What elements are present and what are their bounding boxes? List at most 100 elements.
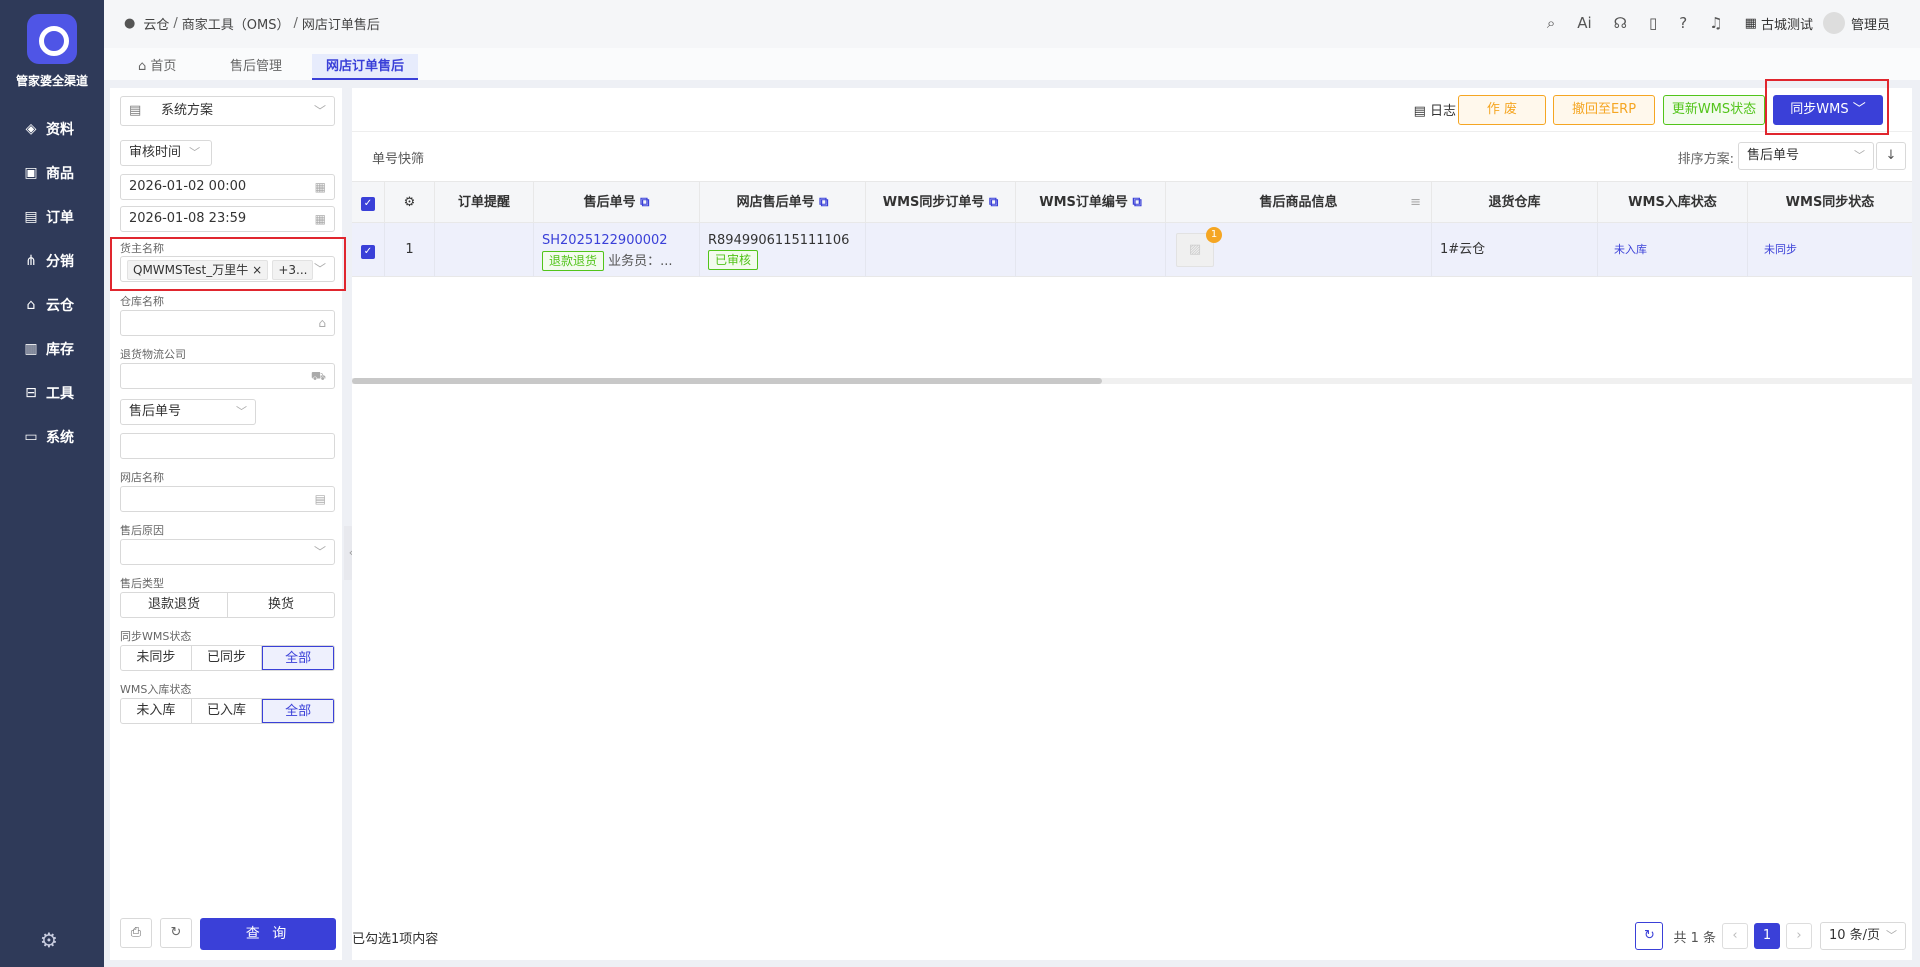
nav-item-ziliao[interactable]: ◈ 资料 — [22, 117, 92, 141]
reason-select[interactable]: ﹀ — [120, 539, 335, 565]
nav-item-label: 系统 — [46, 430, 74, 446]
nav-item-xitong[interactable]: ▭ 系统 — [22, 425, 92, 449]
scheme-select[interactable]: ▤ 系统方案 ﹀ — [120, 96, 335, 126]
page-number-button[interactable]: 1 — [1754, 923, 1780, 949]
book-icon[interactable]: ▯ — [1649, 14, 1657, 32]
doc-number-input[interactable] — [120, 433, 335, 459]
shop-icon: ▤ — [314, 492, 326, 506]
location-pin-icon: ● — [124, 16, 136, 31]
scrollbar-thumb[interactable] — [352, 378, 1102, 384]
time-type-select[interactable]: 审核时间 ﹀ — [120, 140, 212, 166]
product-icon: ▣ — [24, 165, 38, 181]
user-name[interactable]: 管理员 — [1851, 14, 1890, 33]
after-no-link[interactable]: SH2025122900002 — [542, 233, 699, 248]
table-header: ✓ ⚙ 订单提醒 售后单号 ⧉ 网店售后单号 ⧉ WMS同步订单号 ⧉ WMS订… — [352, 181, 1912, 223]
doc-type-select[interactable]: 售后单号 ﹀ — [120, 399, 256, 425]
reset-button[interactable]: ↻ — [160, 918, 192, 948]
copy-icon[interactable]: ⧉ — [989, 195, 998, 210]
chevron-down-icon: ﹀ — [1854, 149, 1865, 162]
tab-after-sale[interactable]: 售后管理 — [216, 54, 296, 80]
sort-select[interactable]: 售后单号 ﹀ — [1738, 142, 1874, 170]
copy-icon[interactable]: ⧉ — [640, 195, 649, 210]
copy-icon[interactable]: ⧉ — [1132, 195, 1141, 210]
quick-filter-label[interactable]: 单号快筛 — [372, 148, 424, 167]
query-button[interactable]: 查 询 — [200, 918, 336, 950]
col-after-no: 售后单号 ⧉ — [534, 182, 700, 223]
sync-option[interactable]: 全部 — [262, 646, 334, 670]
col-return-warehouse: 退货仓库 — [1432, 182, 1598, 223]
update-wms-status-button[interactable]: 更新WMS状态 — [1663, 95, 1765, 125]
instock-option[interactable]: 已入库 — [192, 699, 263, 723]
refresh-icon[interactable]: ↻ — [1635, 922, 1664, 950]
filter-panel: ▤ 系统方案 ﹀ 审核时间 ﹀ 2026-01-02 00:00 ▦ 2026-0… — [110, 88, 346, 960]
end-time-input[interactable]: 2026-01-08 23:59 ▦ — [120, 206, 335, 232]
customer-service-icon[interactable]: ☊ — [1614, 14, 1627, 32]
next-page-button[interactable]: › — [1786, 923, 1812, 949]
select-all-checkbox[interactable]: ✓ — [361, 197, 375, 211]
after-type-option[interactable]: 退款退货 — [121, 593, 228, 617]
truck-icon: ⛟ — [310, 369, 326, 383]
owner-select[interactable]: QMWMSTest_万里牛 × +3... ﹀ — [120, 256, 335, 282]
nav-item-shangpin[interactable]: ▣ 商品 — [22, 161, 92, 185]
company-switch[interactable]: ▦ 古城测试 管理员 — [1745, 12, 1890, 34]
col-wms-sync-order-no: WMS同步订单号 ⧉ — [866, 182, 1016, 223]
breadcrumb-item[interactable]: 商家工具（OMS） — [182, 14, 290, 33]
sort-direction-button[interactable]: ↓ — [1876, 142, 1906, 170]
shop-input[interactable]: ▤ — [120, 486, 335, 512]
nav-item-label: 资料 — [46, 122, 74, 138]
logistics-input[interactable]: ⛟ — [120, 363, 335, 389]
sync-option[interactable]: 未同步 — [121, 646, 192, 670]
warehouse-input[interactable]: ⌂ — [120, 310, 335, 336]
search-icon[interactable]: ⌕ — [1547, 14, 1555, 32]
copy-icon[interactable]: ⧉ — [819, 195, 828, 210]
audit-status-tag: 已审核 — [708, 250, 759, 270]
sync-status-label: 同步WMS状态 — [120, 630, 192, 643]
save-scheme-button[interactable]: ⎙ — [120, 918, 152, 948]
horizontal-scrollbar[interactable] — [352, 378, 1912, 384]
help-icon[interactable]: ? — [1679, 14, 1687, 32]
page-size-select[interactable]: 10 条/页 ﹀ — [1820, 922, 1906, 950]
col-label: WMS订单编号 — [1039, 195, 1128, 210]
breadcrumb-item[interactable]: 云仓 — [143, 14, 169, 33]
after-type-option[interactable]: 换货 — [228, 593, 334, 617]
instock-option[interactable]: 未入库 — [121, 699, 192, 723]
tab-shop-after-sale[interactable]: 网店订单售后 — [312, 54, 419, 80]
table-row[interactable]: ✓ 1 SH2025122900002 退款退货 业务员：... R894990… — [352, 223, 1912, 277]
bell-icon[interactable]: ♫ — [1709, 14, 1722, 32]
nav-item-yuncang[interactable]: ⌂ 云仓 — [22, 293, 92, 317]
settings-gear-icon[interactable]: ⚙ — [40, 928, 58, 952]
row-select-cell: ✓ — [352, 223, 385, 277]
menu-icon[interactable]: ≡ — [1410, 182, 1421, 223]
layers-icon: ◈ — [25, 121, 37, 137]
after-type-tag: 退款退货 — [542, 251, 605, 271]
prev-page-button[interactable]: ‹ — [1722, 923, 1748, 949]
sync-option[interactable]: 已同步 — [192, 646, 263, 670]
home-icon: ⌂ — [138, 59, 151, 74]
gear-icon[interactable]: ⚙ — [404, 195, 416, 210]
arrow-down-icon: ↓ — [1885, 148, 1897, 163]
shop-label: 网店名称 — [120, 471, 164, 484]
distribution-icon: ⋔ — [25, 253, 37, 269]
chevron-down-icon: ﹀ — [313, 545, 326, 559]
close-icon[interactable]: × — [252, 263, 262, 277]
start-time-input[interactable]: 2026-01-02 00:00 ▦ — [120, 174, 335, 200]
avatar[interactable] — [1822, 12, 1845, 34]
doc-type-value: 售后单号 — [129, 404, 182, 419]
revoke-to-erp-button[interactable]: 撤回至ERP — [1553, 95, 1655, 125]
nav-item-fenxiao[interactable]: ⋔ 分销 — [22, 249, 92, 273]
end-time-value: 2026-01-08 23:59 — [129, 211, 247, 226]
building-icon: ▦ — [1744, 15, 1757, 31]
nav-item-label: 工具 — [46, 386, 74, 402]
log-button[interactable]: ▤ 日志 — [1414, 100, 1456, 119]
ai-icon[interactable]: Ai — [1577, 14, 1591, 32]
select-all-cell: ✓ — [352, 182, 385, 223]
nav-item-gongju[interactable]: ⊟ 工具 — [22, 381, 92, 405]
main-content: ▤ 日志 作 废 撤回至ERP 更新WMS状态 同步WMS ﹀ 单号快筛 排序方… — [352, 79, 1912, 960]
tab-home[interactable]: ⌂ 首页 — [124, 54, 190, 80]
nav-item-kucun[interactable]: ▥ 库存 — [22, 337, 92, 361]
instock-option[interactable]: 全部 — [262, 699, 334, 723]
nav-item-dingdan[interactable]: ▤ 订单 — [22, 205, 92, 229]
brand-name: 管家婆全渠道 — [15, 74, 88, 88]
row-checkbox[interactable]: ✓ — [361, 245, 375, 259]
void-button[interactable]: 作 废 — [1458, 95, 1546, 125]
